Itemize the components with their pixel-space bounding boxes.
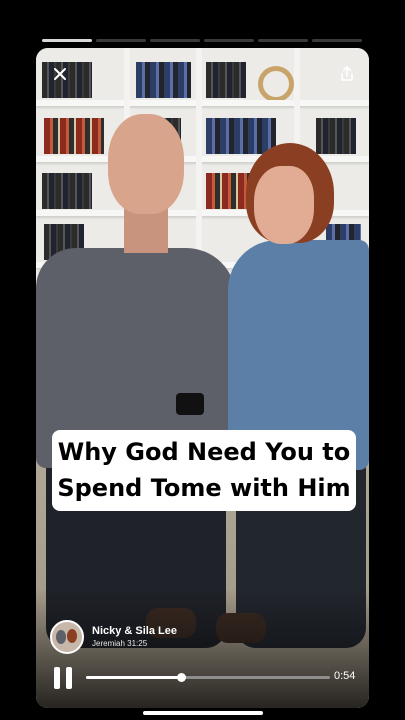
story-segment — [258, 39, 308, 42]
video-frame-background — [36, 48, 369, 708]
seek-bar-handle[interactable] — [177, 673, 187, 682]
story-segment — [96, 39, 146, 42]
share-icon[interactable] — [335, 62, 359, 86]
phone-in-hand — [176, 393, 204, 415]
caption-line-1: Why God Need You to — [57, 438, 351, 466]
channel-subtitle: Jeremiah 31:25 — [92, 639, 148, 648]
home-indicator — [143, 711, 263, 715]
story-segment — [312, 39, 362, 42]
time-label: 0:54 — [334, 670, 356, 682]
caption-line-2: Spend Tome with Him — [57, 474, 351, 502]
channel-name[interactable]: Nicky & Sila Lee — [92, 625, 177, 638]
story-progress-bar — [42, 39, 362, 42]
video-player[interactable]: Why God Need You to Spend Tome with Him … — [36, 48, 369, 708]
story-segment — [204, 39, 254, 42]
man-figure-head — [108, 114, 184, 214]
woman-figure-face — [254, 166, 314, 244]
story-segment-active — [42, 39, 92, 42]
seek-bar[interactable] — [86, 673, 330, 682]
avatar[interactable] — [50, 620, 84, 654]
seek-bar-progress — [86, 676, 182, 679]
close-icon[interactable] — [48, 62, 72, 86]
pause-icon[interactable] — [54, 667, 76, 689]
playback-controls: 0:54 — [50, 662, 360, 692]
video-caption: Why God Need You to Spend Tome with Him — [52, 430, 356, 511]
channel-info[interactable]: Nicky & Sila Lee Jeremiah 31:25 — [50, 620, 177, 654]
story-segment — [150, 39, 200, 42]
